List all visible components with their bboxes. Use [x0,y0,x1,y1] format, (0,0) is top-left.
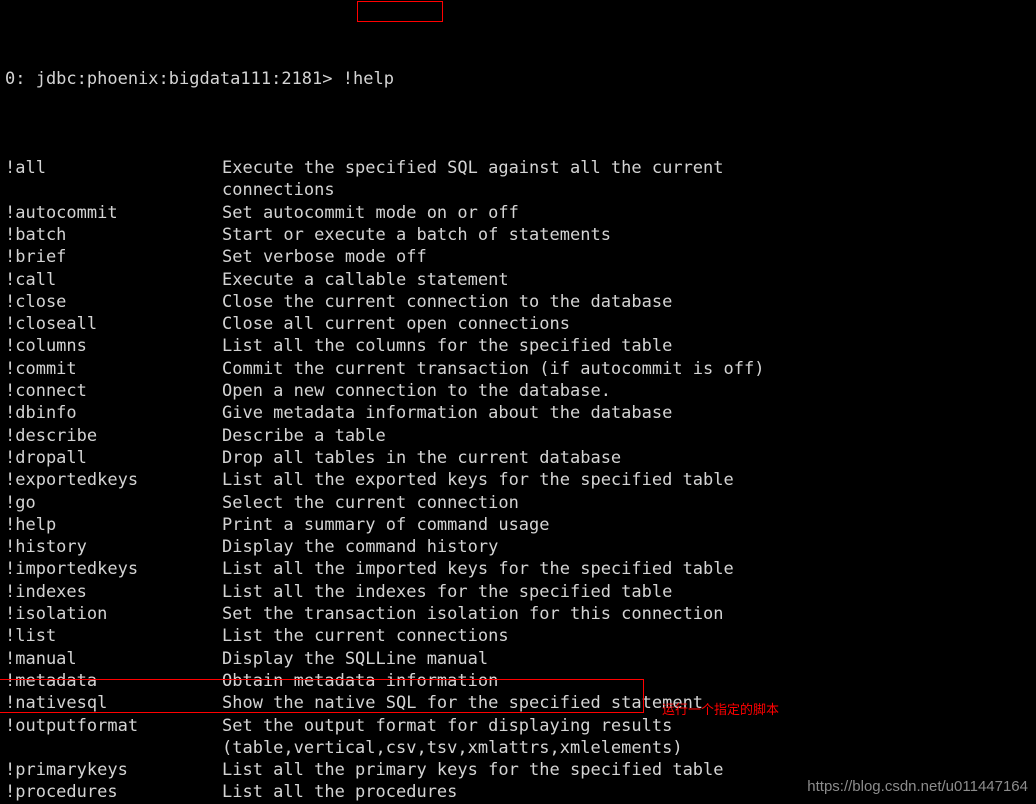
help-command-description: (table,vertical,csv,tsv,xmlattrs,xmlelem… [222,737,683,758]
help-command-description: Give metadata information about the data… [222,403,673,424]
help-command-name: !commit [5,358,77,379]
help-command-name: !dropall [5,447,87,468]
help-command-list: !all Execute the specified SQL against al… [5,157,1036,804]
help-command-description: Execute a callable statement [222,269,509,290]
help-command-name: !describe [5,425,98,446]
help-command-description: Display the command history [222,537,499,558]
help-command-description: Set the output format for displaying res… [222,715,673,736]
help-command-name: !dbinfo [5,403,77,424]
help-command-row: !go Select the current connection [5,492,1036,514]
help-command-description: Set the transaction isolation for this c… [222,604,724,625]
help-command-row: !nativesql Show the native SQL for the sp… [5,692,1036,714]
terminal-prompt-line: 0: jdbc:phoenix:bigdata111:2181> !help [5,68,1036,90]
help-command-name: !columns [5,336,87,357]
help-command-row: !all Execute the specified SQL against al… [5,157,1036,179]
help-command-name: !exportedkeys [5,470,139,491]
help-command-description: Close the current connection to the data… [222,291,673,312]
typed-command-text: !help [342,68,394,89]
help-command-description: List all the procedures [222,782,458,803]
help-command-name: !manual [5,648,77,669]
help-command-name: !closeall [5,314,98,335]
help-command-row: !autocommit Set autocommit mode on or off [5,202,1036,224]
help-command-description: List the current connections [222,626,509,647]
help-command-row: (table,vertical,csv,tsv,xmlattrs,xmlelem… [5,737,1036,759]
help-command-name: !procedures [5,782,118,803]
help-command-row: !list List the current connections [5,625,1036,647]
help-command-description: List all the primary keys for the specif… [222,760,724,781]
help-command-name: !indexes [5,581,87,602]
help-command-name: !nativesql [5,693,108,714]
help-command-row: !commit Commit the current transaction (i… [5,358,1036,380]
help-command-name: !importedkeys [5,559,139,580]
help-command-description: connections [222,180,335,201]
help-command-name: !autocommit [5,202,118,223]
watermark-blog-url: https://blog.csdn.net/u011447164 [807,777,1028,795]
help-command-row: !closeall Close all current open connecti… [5,313,1036,335]
help-command-row: connections [5,179,1036,201]
help-command-description: Open a new connection to the database. [222,381,611,402]
help-command-name: !all [5,158,46,179]
help-command-row: !columns List all the columns for the spe… [5,335,1036,357]
help-command-row: !exportedkeys List all the exported keys … [5,469,1036,491]
help-command-row: !metadata Obtain metadata information [5,670,1036,692]
help-command-description: Set autocommit mode on or off [222,202,519,223]
help-command-description: Execute the specified SQL against all th… [222,158,724,179]
help-command-name: !connect [5,381,87,402]
help-command-row: !history Display the command history [5,536,1036,558]
help-command-description: List all the imported keys for the speci… [222,559,734,580]
help-command-row: !batch Start or execute a batch of statem… [5,224,1036,246]
help-command-description: Display the SQLLine manual [222,648,489,669]
help-command-row: !connect Open a new connection to the dat… [5,380,1036,402]
help-command-description: Select the current connection [222,492,519,513]
highlight-box-help-command [357,1,443,22]
annotation-run-note: 运行一个指定的脚本 [662,703,780,718]
help-command-row: !indexes List all the indexes for the spe… [5,581,1036,603]
help-command-name: !close [5,291,67,312]
help-command-row: !outputformat Set the output format for d… [5,715,1036,737]
terminal-output-pane[interactable]: 0: jdbc:phoenix:bigdata111:2181> !help !… [0,0,1036,804]
help-command-name: !isolation [5,604,108,625]
help-command-description: Drop all tables in the current database [222,447,622,468]
help-command-name: !outputformat [5,715,139,736]
help-command-row: !close Close the current connection to th… [5,291,1036,313]
prompt-text: 0: jdbc:phoenix:bigdata111:2181> [5,68,343,89]
help-command-row: !dropall Drop all tables in the current d… [5,447,1036,469]
help-command-name: !go [5,492,36,513]
help-command-row: !brief Set verbose mode off [5,246,1036,268]
help-command-row: !help Print a summary of command usage [5,514,1036,536]
help-command-description: Describe a table [222,425,386,446]
help-command-row: !manual Display the SQLLine manual [5,648,1036,670]
help-command-name: !list [5,626,57,647]
help-command-description: List all the columns for the specified t… [222,336,673,357]
help-command-name: !brief [5,247,67,268]
help-command-description: Commit the current transaction (if autoc… [222,358,765,379]
help-command-description: Set verbose mode off [222,247,427,268]
help-command-row: !dbinfo Give metadata information about t… [5,402,1036,424]
help-command-name: !call [5,269,57,290]
help-command-row: !importedkeys List all the imported keys … [5,558,1036,580]
help-command-description: Close all current open connections [222,314,570,335]
help-command-row: !describe Describe a table [5,425,1036,447]
help-command-description: Obtain metadata information [222,670,499,691]
help-command-name: !primarykeys [5,760,128,781]
help-command-name: !metadata [5,670,98,691]
help-command-name: !batch [5,224,67,245]
help-command-description: Start or execute a batch of statements [222,224,611,245]
help-command-description: Show the native SQL for the specified st… [222,693,704,714]
help-command-description: List all the indexes for the specified t… [222,581,673,602]
help-command-description: Print a summary of command usage [222,514,550,535]
help-command-row: !isolation Set the transaction isolation … [5,603,1036,625]
help-command-name: !help [5,514,57,535]
help-command-description: List all the exported keys for the speci… [222,470,734,491]
help-command-name: !history [5,537,87,558]
help-command-row: !call Execute a callable statement [5,269,1036,291]
